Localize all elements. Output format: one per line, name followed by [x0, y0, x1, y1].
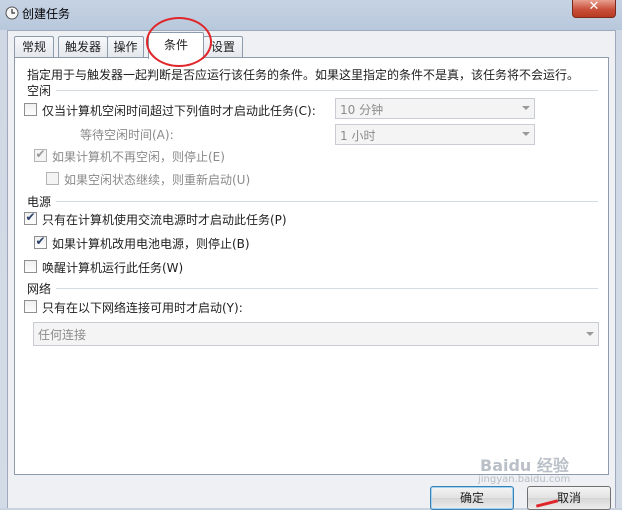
ok-button[interactable]: 确定 [430, 486, 514, 510]
wait-for-idle-select[interactable]: 1 小时 [335, 124, 535, 145]
chevron-down-icon [522, 132, 530, 136]
network-only-checkbox[interactable] [24, 300, 37, 313]
wait-for-idle-label: 等待空闲时间(A): [80, 128, 174, 142]
check-icon: ✔ [35, 234, 46, 248]
idle-divider [56, 90, 598, 91]
watermark-url: jingyan.baidu.com [478, 474, 571, 485]
wake-to-run-checkbox[interactable] [24, 260, 37, 273]
annotation-circle [146, 17, 212, 67]
stop-on-battery-checkbox[interactable]: ✔ [34, 234, 47, 249]
stop-if-not-idle-label: 如果计算机不再空闲，则停止(E) [52, 150, 225, 164]
chevron-down-icon [586, 332, 594, 336]
conditions-description: 指定用于与触发器一起判断是否应运行该任务的条件。如果这里指定的条件不是真，该任务… [27, 68, 580, 82]
check-icon: ✔ [35, 147, 46, 161]
conditions-content: 指定用于与触发器一起判断是否应运行该任务的条件。如果这里指定的条件不是真，该任务… [0, 0, 622, 508]
network-connection-value: 任何连接 [38, 328, 87, 342]
ac-power-only-label: 只有在计算机使用交流电源时才启动此任务(P) [42, 213, 287, 227]
idle-duration-select[interactable]: 10 分钟 [335, 98, 535, 119]
network-heading: 网络 [27, 282, 52, 296]
start-only-if-idle-checkbox[interactable] [24, 103, 37, 116]
wait-for-idle-value: 1 小时 [340, 129, 376, 143]
power-heading: 电源 [27, 195, 52, 209]
start-only-if-idle-label: 仅当计算机空闲时间超过下列值时才启动此任务(C): [42, 104, 316, 118]
restart-if-idle-resumes-label: 如果空闲状态继续，则重新启动(U) [64, 173, 251, 187]
stop-if-not-idle-checkbox[interactable]: ✔ [34, 147, 47, 162]
check-icon: ✔ [25, 210, 36, 224]
stop-on-battery-label: 如果计算机改用电池电源，则停止(B) [52, 237, 250, 251]
restart-if-idle-resumes-checkbox[interactable] [46, 172, 59, 185]
wake-to-run-label: 唤醒计算机运行此任务(W) [42, 261, 184, 275]
network-connection-select[interactable]: 任何连接 [33, 322, 599, 346]
network-divider [56, 288, 598, 289]
idle-duration-value: 10 分钟 [340, 103, 384, 117]
chevron-down-icon [522, 106, 530, 110]
idle-heading: 空闲 [27, 84, 52, 98]
watermark: Baidu 经验 [480, 456, 569, 475]
network-only-label: 只有在以下网络连接可用时才启动(Y): [42, 301, 243, 315]
power-divider [56, 201, 598, 202]
ac-power-only-checkbox[interactable]: ✔ [24, 210, 37, 225]
